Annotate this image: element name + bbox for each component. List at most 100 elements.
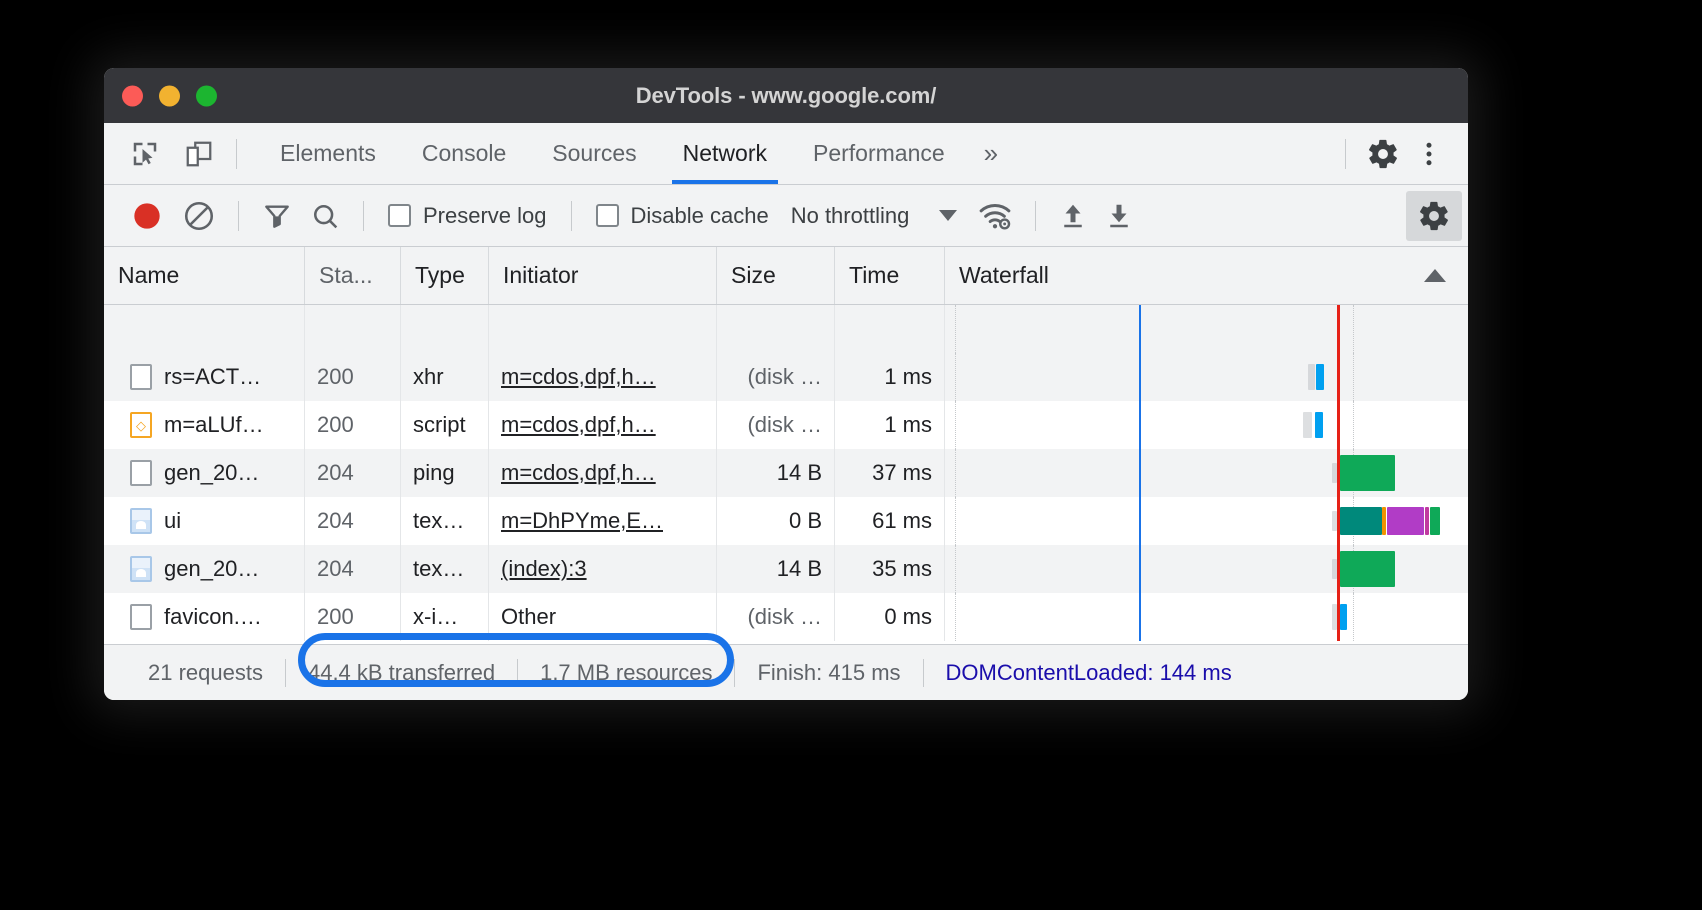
column-header-time[interactable]: Time [834,247,944,304]
disable-cache-label: Disable cache [630,202,769,228]
cell-size: (disk … [716,593,834,641]
preserve-log-label: Preserve log [423,202,547,228]
cell-waterfall[interactable] [944,545,1468,593]
cell-initiator[interactable]: m=DhPYme,E… [488,497,716,545]
cell-name[interactable]: rs=ACT… [104,353,304,401]
clear-button[interactable] [174,193,224,239]
inspect-element-icon[interactable] [122,131,168,177]
column-header-initiator[interactable]: Initiator [488,247,716,304]
table-row[interactable]: rs=ACT… 200 xhr m=cdos,dpf,h… (disk … 1 … [104,353,1468,401]
cell-time: 37 ms [834,449,944,497]
device-toolbar-icon[interactable] [176,131,222,177]
throttling-value: No throttling [790,202,910,228]
cell-initiator[interactable]: m=cdos,dpf,h… [488,401,716,449]
network-conditions-icon[interactable] [969,193,1021,239]
waterfall-spacer-canvas [945,305,1468,353]
gear-icon[interactable] [1360,131,1406,177]
throttling-select[interactable]: No throttling [779,203,958,229]
table-row[interactable]: favicon.… 200 x-i… Other (disk … 0 ms [104,593,1468,641]
more-tabs-button[interactable]: » [968,123,1014,184]
tabstrip-right-icons [1331,131,1468,177]
sort-ascending-icon[interactable] [1424,269,1446,282]
preserve-log-box[interactable] [388,204,411,227]
image-icon [130,508,152,534]
devtools-tabstrip: Elements Console Sources Network Perform… [104,123,1468,185]
chevron-down-icon[interactable] [939,210,958,221]
table-row[interactable]: gen_20… 204 tex… (index):3 14 B 35 ms [104,545,1468,593]
toolbar-divider-3 [570,200,572,231]
request-name: favicon.… [164,604,262,629]
waterfall-canvas [945,497,1468,545]
column-header-waterfall[interactable]: Waterfall [944,247,1468,304]
tabstrip-divider [236,138,237,169]
initiator-link[interactable]: m=DhPYme,E… [501,508,663,534]
initiator-link[interactable]: m=cdos,dpf,h… [501,412,656,438]
cell-initiator[interactable]: (index):3 [488,545,716,593]
cell-size: 0 B [716,497,834,545]
column-header-name[interactable]: Name [104,247,304,304]
initiator-link[interactable]: m=cdos,dpf,h… [501,364,656,390]
tab-network[interactable]: Network [660,123,790,184]
cell-initiator[interactable]: m=cdos,dpf,h… [488,353,716,401]
tab-elements[interactable]: Elements [257,123,399,184]
filter-button[interactable] [253,193,301,239]
preserve-log-checkbox[interactable]: Preserve log [378,203,557,229]
cell-size: (disk … [716,353,834,401]
cell-name[interactable]: ◇ m=aLUf… [104,401,304,449]
devtools-tabs: Elements Console Sources Network Perform… [257,123,1014,184]
cell-time: 1 ms [834,401,944,449]
cell-size: (disk … [716,401,834,449]
column-header-size[interactable]: Size [716,247,834,304]
traffic-lights [122,85,217,106]
cell-waterfall[interactable] [944,449,1468,497]
cell-name[interactable]: favicon.… [104,593,304,641]
disable-cache-checkbox[interactable]: Disable cache [586,203,779,229]
spacer-size-cell [716,305,834,353]
cell-type: tex… [400,497,488,545]
maximize-window-button[interactable] [196,85,217,106]
cell-size: 14 B [716,449,834,497]
status-resources: 1.7 MB resources [540,659,713,685]
network-settings-button[interactable] [1406,190,1462,241]
import-har-icon[interactable] [1050,193,1096,239]
table-row[interactable]: ui 204 tex… m=DhPYme,E… 0 B 61 ms [104,497,1468,545]
cell-status: 200 [304,353,400,401]
tab-console[interactable]: Console [399,123,529,184]
initiator-link[interactable]: (index):3 [501,556,587,582]
initiator-link[interactable]: m=cdos,dpf,h… [501,460,656,486]
cell-name[interactable]: gen_20… [104,545,304,593]
cell-waterfall[interactable] [944,401,1468,449]
kebab-menu-icon[interactable] [1406,131,1452,177]
cell-waterfall[interactable] [944,593,1468,641]
column-header-status[interactable]: Sta... [304,247,400,304]
cell-waterfall[interactable] [944,353,1468,401]
tab-console-label: Console [421,140,507,166]
cell-name[interactable]: gen_20… [104,449,304,497]
cell-initiator[interactable]: m=cdos,dpf,h… [488,449,716,497]
column-header-type[interactable]: Type [400,247,488,304]
table-row[interactable]: gen_20… 204 ping m=cdos,dpf,h… 14 B 37 m… [104,449,1468,497]
record-button[interactable] [120,193,174,239]
table-row[interactable]: ◇ m=aLUf… 200 script m=cdos,dpf,h… (disk… [104,401,1468,449]
tab-performance[interactable]: Performance [790,123,968,184]
request-name: gen_20… [164,556,260,581]
cell-type: script [400,401,488,449]
tab-sources[interactable]: Sources [529,123,659,184]
spacer-initiator-cell [488,305,716,353]
cell-type: tex… [400,545,488,593]
cell-name[interactable]: ui [104,497,304,545]
export-har-icon[interactable] [1096,193,1142,239]
waterfall-canvas [945,545,1468,593]
search-button[interactable] [301,193,349,239]
cell-type: ping [400,449,488,497]
cell-status: 204 [304,449,400,497]
cell-status: 200 [304,593,400,641]
cell-waterfall[interactable] [944,497,1468,545]
request-name: gen_20… [164,460,260,485]
initiator-text: Other [501,604,557,629]
cell-status: 204 [304,497,400,545]
waterfall-canvas [945,353,1468,401]
minimize-window-button[interactable] [159,85,180,106]
close-window-button[interactable] [122,85,143,106]
disable-cache-box[interactable] [595,204,619,227]
